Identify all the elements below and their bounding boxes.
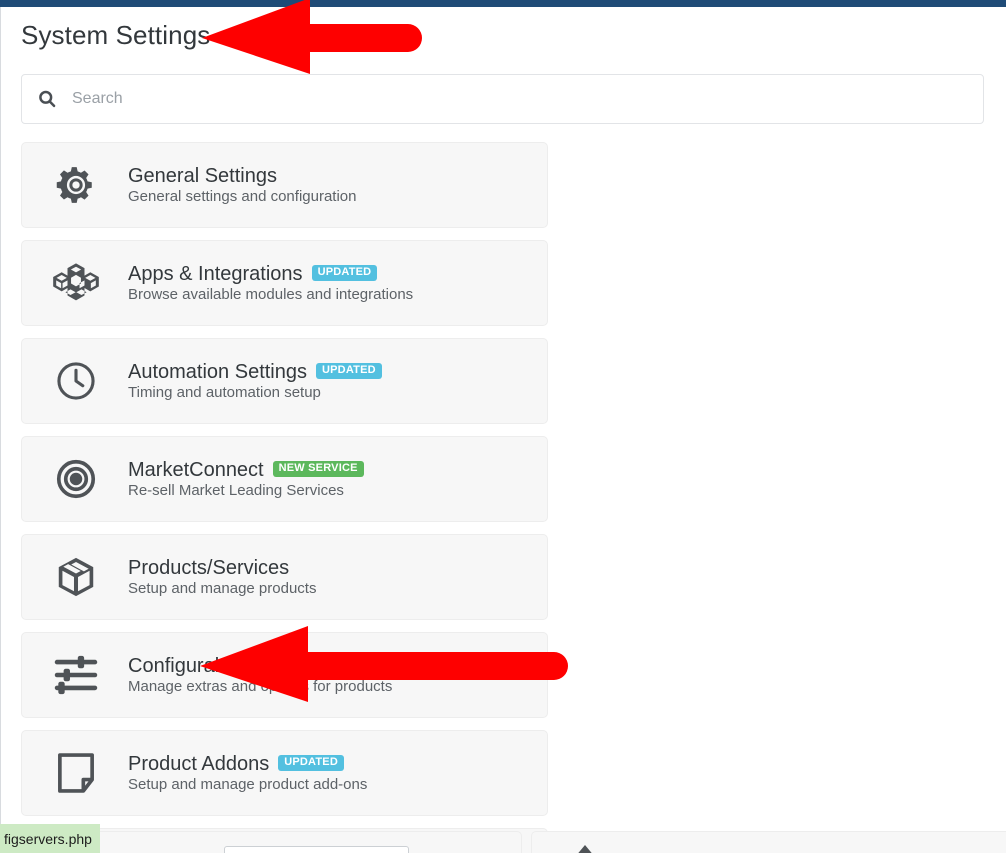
page-title: System Settings bbox=[21, 20, 211, 50]
settings-card-description: Manage extras and options for products bbox=[128, 677, 393, 695]
arrow-pointing-to-page-title bbox=[202, 0, 422, 74]
settings-card-title-text: General Settings bbox=[128, 164, 277, 187]
settings-card-description: Timing and automation setup bbox=[128, 383, 321, 401]
browser-status-tooltip: figservers.php bbox=[0, 824, 100, 853]
cube-icon bbox=[48, 554, 104, 600]
target-icon bbox=[48, 456, 104, 502]
settings-card-body: Product Addons UPDATED Setup and manage pr… bbox=[128, 753, 529, 794]
page-icon bbox=[48, 750, 104, 796]
settings-card-description: Browse available modules and integration… bbox=[128, 285, 414, 303]
settings-card-description: Setup and manage products bbox=[128, 579, 317, 597]
settings-card-title: Product Addons UPDATED bbox=[128, 753, 529, 776]
settings-card-title-text: Product Addons bbox=[128, 752, 270, 775]
status-badge: UPDATED bbox=[311, 264, 378, 282]
search-box[interactable] bbox=[21, 74, 984, 124]
search-input[interactable] bbox=[72, 75, 969, 123]
status-badge: NEW SERVICE bbox=[272, 460, 364, 478]
settings-card-title: Configurable Options bbox=[128, 655, 529, 678]
settings-card-title: General Settings bbox=[128, 165, 529, 188]
app-top-bar bbox=[0, 0, 1006, 7]
cubes-icon bbox=[48, 260, 104, 306]
settings-card-title-text: Automation Settings bbox=[128, 360, 307, 383]
settings-card-body: Automation Settings UPDATED Timing and aut… bbox=[128, 361, 529, 402]
settings-card-marketconnect[interactable]: MarketConnect NEW SERVICE Re-sell Market L… bbox=[21, 436, 548, 522]
peek-card-right[interactable] bbox=[530, 831, 1006, 853]
peek-input bbox=[224, 846, 409, 853]
search-icon bbox=[36, 88, 58, 110]
settings-card-description: Re-sell Market Leading Services bbox=[128, 481, 344, 499]
settings-card-body: General Settings General settings and con… bbox=[128, 165, 529, 206]
settings-card-grid: General Settings General settings and con… bbox=[21, 142, 1006, 853]
settings-card-body: Products/Services Setup and manage produc… bbox=[128, 557, 529, 598]
settings-card-general-settings[interactable]: General Settings General settings and con… bbox=[21, 142, 548, 228]
settings-card-apps-integrations[interactable]: Apps & Integrations UPDATED Browse availab… bbox=[21, 240, 548, 326]
status-badge: UPDATED bbox=[278, 754, 344, 772]
status-tooltip-text: figservers.php bbox=[4, 830, 92, 847]
settings-card-product-addons[interactable]: Product Addons UPDATED Setup and manage pr… bbox=[21, 730, 548, 816]
settings-card-description: Setup and manage product add-ons bbox=[128, 775, 368, 793]
settings-card-title: Apps & Integrations UPDATED bbox=[128, 263, 529, 286]
settings-card-title: Products/Services bbox=[128, 557, 529, 580]
settings-card-body: MarketConnect NEW SERVICE Re-sell Market L… bbox=[128, 459, 529, 500]
settings-card-automation-settings[interactable]: Automation Settings UPDATED Timing and aut… bbox=[21, 338, 548, 424]
system-settings-page: System Settings General SettingsGeneral … bbox=[0, 0, 1006, 853]
settings-card-title: MarketConnect NEW SERVICE bbox=[128, 459, 529, 482]
settings-card-configurable-options[interactable]: Configurable Options Manage extras and op… bbox=[21, 632, 548, 718]
settings-card-description: General settings and configuration bbox=[128, 187, 357, 205]
clock-icon bbox=[48, 358, 104, 404]
settings-card-body: Apps & Integrations UPDATED Browse availab… bbox=[128, 263, 529, 304]
settings-card-title-text: Configurable Options bbox=[128, 654, 316, 677]
settings-card-title-text: Products/Services bbox=[128, 556, 290, 579]
settings-card-title: Automation Settings UPDATED bbox=[128, 361, 529, 384]
gear-icon bbox=[48, 162, 104, 208]
page-left-border bbox=[0, 7, 1, 853]
sliders-icon bbox=[48, 652, 104, 698]
settings-card-title-text: MarketConnect bbox=[128, 458, 264, 481]
settings-card-body: Configurable Options Manage extras and op… bbox=[128, 655, 529, 696]
peek-card-icon bbox=[568, 844, 602, 853]
settings-card-title-text: Apps & Integrations bbox=[128, 262, 303, 285]
status-badge: UPDATED bbox=[316, 362, 382, 380]
settings-card-products-services[interactable]: Products/Services Setup and manage produc… bbox=[21, 534, 548, 620]
next-row-peek bbox=[21, 831, 1006, 853]
